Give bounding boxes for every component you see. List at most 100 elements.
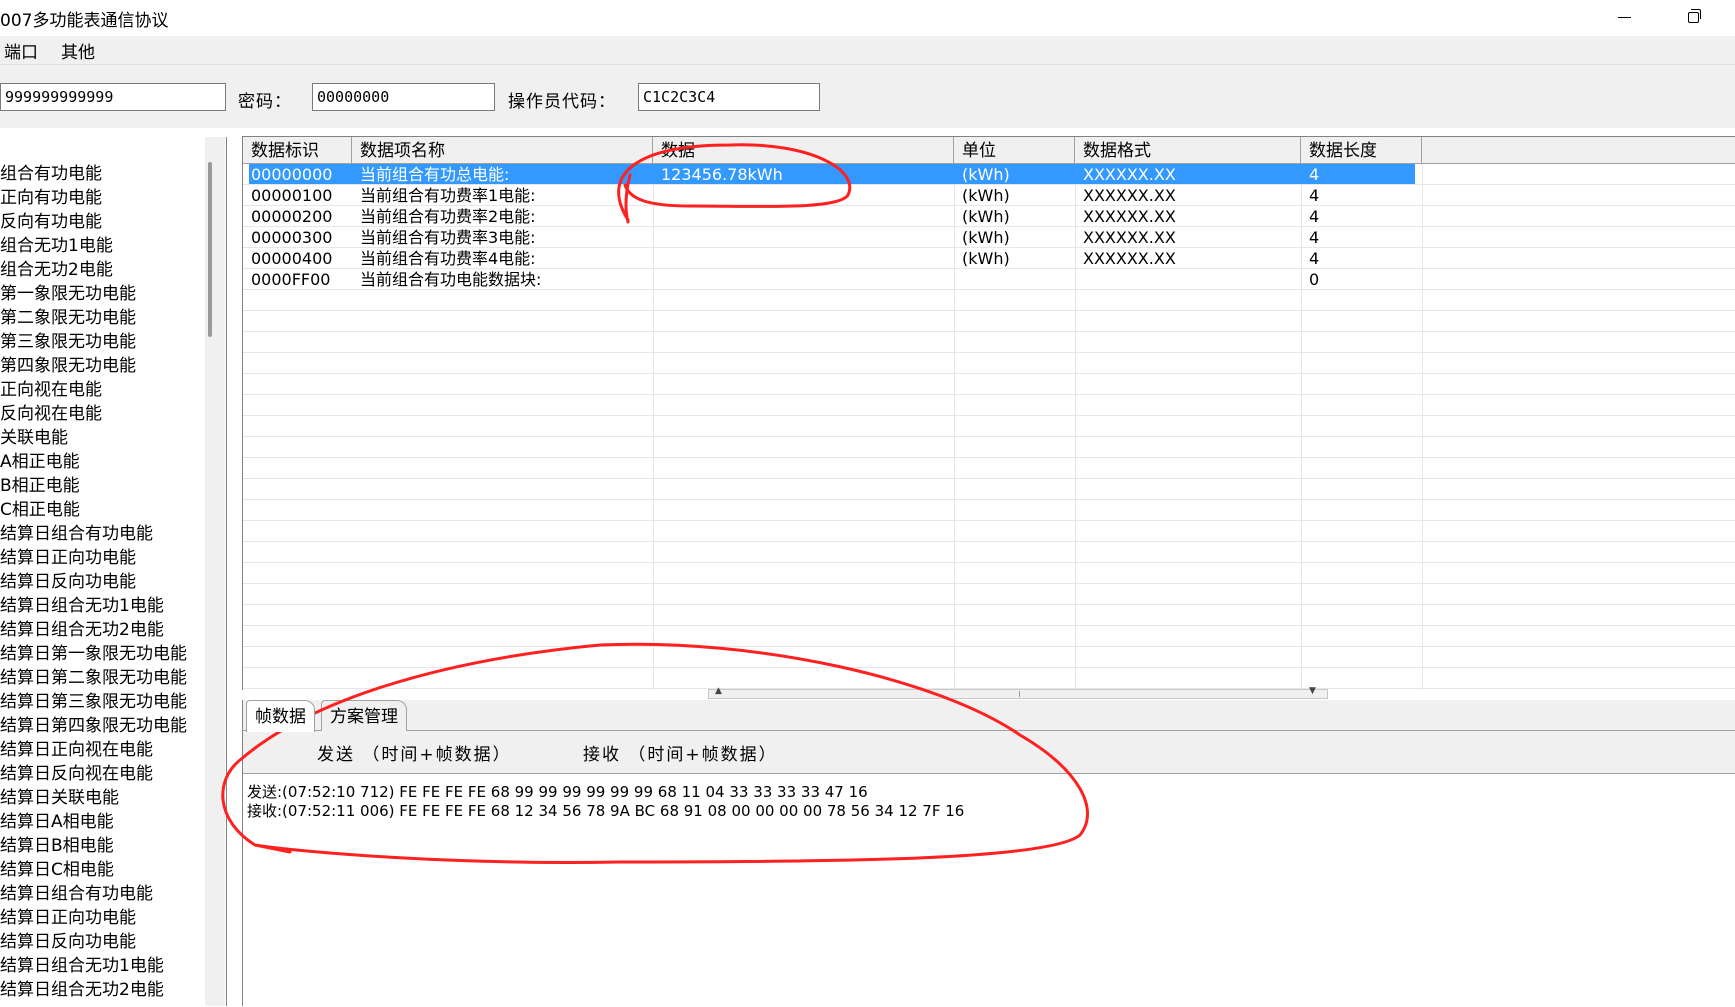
table-row[interactable]: 00000000 当前组合有功总电能: 123456.78kWh (kWh) XXXXX… xyxy=(243,164,1735,185)
tree-item[interactable]: 第一象限无功电能 xyxy=(0,282,200,306)
menu-port[interactable]: 端口 xyxy=(4,38,38,63)
cell-id: 00000400 xyxy=(251,249,333,268)
scroll-right-arrow-icon[interactable]: ▼ xyxy=(1309,686,1316,696)
tree-item[interactable]: 结算日组合无功1电能 xyxy=(0,954,200,978)
send-column-header: 发送 （时间+帧数据） xyxy=(317,745,512,765)
tree-item[interactable]: 结算日第一象限无功电能 xyxy=(0,642,200,666)
log-line-receive: 接收:(07:52:11 006) FE FE FE FE 68 12 34 5… xyxy=(247,802,965,820)
tree-item[interactable]: 结算日关联电能 xyxy=(0,786,200,810)
window-title: 007多功能表通信协议 xyxy=(0,11,169,31)
tree-item[interactable]: 正向视在电能 xyxy=(0,378,200,402)
restore-icon[interactable] xyxy=(1668,2,1716,34)
cell-id: 00000300 xyxy=(251,228,333,247)
tree-item[interactable]: 结算日反向功电能 xyxy=(0,930,200,954)
tree-item[interactable]: 第二象限无功电能 xyxy=(0,306,200,330)
tree-item[interactable]: 结算日反向功电能 xyxy=(0,570,200,594)
item-tree-panel: 组合有功电能 正向有功电能 反向有功电能 组合无功1电能 组合无功2电能 第一象限无功电能… xyxy=(0,137,227,1006)
tree-item[interactable]: B相正电能 xyxy=(0,474,200,498)
tree-item[interactable]: 结算日组合无功2电能 xyxy=(0,618,200,642)
cell-data xyxy=(653,206,954,227)
password-label: 密码： xyxy=(238,92,292,112)
cell-unit: (kWh) xyxy=(962,228,1010,247)
cell-data xyxy=(653,185,954,206)
tab-scheme-management[interactable]: 方案管理 xyxy=(321,700,407,731)
cell-format: XXXXXX.XX xyxy=(1083,207,1176,226)
minimize-icon[interactable] xyxy=(1596,2,1644,34)
tab-frame-data[interactable]: 帧数据 xyxy=(246,700,315,732)
table-row[interactable]: 00000100 当前组合有功费率1电能: (kWh) XXXXXX.XX 4 xyxy=(243,185,1735,206)
cell-name: 当前组合有功费率4电能: xyxy=(360,249,536,268)
tree-item[interactable]: 正向有功电能 xyxy=(0,186,200,210)
tree-item[interactable]: A相正电能 xyxy=(0,450,200,474)
tree-item[interactable]: 结算日组合有功电能 xyxy=(0,522,200,546)
cell-id: 00000200 xyxy=(251,207,333,226)
col-header-data[interactable]: 数据 xyxy=(653,137,954,163)
cell-unit xyxy=(954,269,1075,290)
tree-item[interactable]: 结算日组合无功1电能 xyxy=(0,594,200,618)
frame-log[interactable]: 发送:(07:52:10 712) FE FE FE FE 68 99 99 9… xyxy=(243,773,1735,1007)
tree-item[interactable]: 组合有功电能 xyxy=(0,162,200,186)
table-row[interactable]: 0000FF00 当前组合有功电能数据块: 0 xyxy=(243,269,1735,290)
tree-item[interactable]: 结算日C相电能 xyxy=(0,858,200,882)
grid-header: 数据标识 数据项名称 数据 单位 数据格式 数据长度 xyxy=(243,137,1735,164)
tree-item[interactable]: 结算日A相电能 xyxy=(0,810,200,834)
operator-input[interactable]: C1C2C3C4 xyxy=(638,83,820,111)
cell-format xyxy=(1075,269,1301,290)
cell-data: 123456.78kWh xyxy=(661,165,783,184)
scrollbar-thumb[interactable] xyxy=(208,162,212,337)
receive-column-header: 接收 （时间+帧数据） xyxy=(583,745,778,765)
cell-data xyxy=(653,227,954,248)
cell-length: 4 xyxy=(1309,249,1320,268)
tree-item[interactable]: 第四象限无功电能 xyxy=(0,354,200,378)
grid-body: 00000000 当前组合有功总电能: 123456.78kWh (kWh) XXXXX… xyxy=(243,164,1735,690)
scroll-left-arrow-icon[interactable]: ▲ xyxy=(715,686,722,696)
tree-item[interactable]: 结算日正向视在电能 xyxy=(0,738,200,762)
password-input[interactable]: 00000000 xyxy=(312,83,495,111)
table-row[interactable]: 00000300 当前组合有功费率3电能: (kWh) XXXXXX.XX 4 xyxy=(243,227,1735,248)
cell-name: 当前组合有功费率3电能: xyxy=(360,228,536,247)
table-row[interactable]: 00000200 当前组合有功费率2电能: (kWh) XXXXXX.XX 4 xyxy=(243,206,1735,227)
tree-item[interactable]: 结算日反向视在电能 xyxy=(0,762,200,786)
col-header-format[interactable]: 数据格式 xyxy=(1075,137,1301,163)
menu-bar: 端口 其他 xyxy=(0,36,1735,65)
tree-item[interactable]: 组合无功2电能 xyxy=(0,258,200,282)
tree-item[interactable]: 反向有功电能 xyxy=(0,210,200,234)
col-header-id[interactable]: 数据标识 xyxy=(243,137,352,163)
cell-format: XXXXXX.XX xyxy=(1083,186,1176,205)
menu-other[interactable]: 其他 xyxy=(61,38,95,63)
col-header-name[interactable]: 数据项名称 xyxy=(352,137,653,163)
tree-item[interactable]: 结算日B相电能 xyxy=(0,834,200,858)
cell-id: 00000100 xyxy=(251,186,333,205)
toolbar: 999999999999 密码： 00000000 操作员代码： C1C2C3C… xyxy=(0,65,1735,128)
address-input[interactable]: 999999999999 xyxy=(0,83,226,111)
cell-id: 00000000 xyxy=(251,165,333,184)
tree-item[interactable]: 结算日组合无功2电能 xyxy=(0,978,200,1002)
tree-item[interactable]: 第三象限无功电能 xyxy=(0,330,200,354)
tree-item[interactable]: 结算日第二象限无功电能 xyxy=(0,666,200,690)
cell-format: XXXXXX.XX xyxy=(1083,249,1176,268)
col-header-length[interactable]: 数据长度 xyxy=(1301,137,1422,163)
cell-name: 当前组合有功费率1电能: xyxy=(360,186,536,205)
table-row[interactable]: 00000400 当前组合有功费率4电能: (kWh) XXXXXX.XX 4 xyxy=(243,248,1735,269)
cell-unit: (kWh) xyxy=(962,165,1010,184)
tree-item[interactable]: 结算日第三象限无功电能 xyxy=(0,690,200,714)
cell-format: XXXXXX.XX xyxy=(1083,228,1176,247)
tree-item[interactable]: 关联电能 xyxy=(0,426,200,450)
cell-unit: (kWh) xyxy=(962,207,1010,226)
tree-item[interactable]: 组合无功1电能 xyxy=(0,234,200,258)
col-header-unit[interactable]: 单位 xyxy=(954,137,1075,163)
tree-item[interactable]: 结算日正向功电能 xyxy=(0,546,200,570)
cell-data xyxy=(653,269,954,290)
cell-id: 0000FF00 xyxy=(251,270,331,289)
tree-item[interactable]: 结算日正向功电能 xyxy=(0,906,200,930)
cell-name: 当前组合有功电能数据块: xyxy=(360,270,542,289)
title-bar: 007多功能表通信协议 xyxy=(0,0,1735,36)
grid-horizontal-scrollbar[interactable]: ▲ ▼ xyxy=(708,686,1328,699)
tree-item[interactable]: C相正电能 xyxy=(0,498,200,522)
cell-format: XXXXXX.XX xyxy=(1083,165,1176,184)
tree-item[interactable]: 结算日组合有功电能 xyxy=(0,882,200,906)
tree-scrollbar[interactable] xyxy=(205,137,225,1006)
cell-name: 当前组合有功总电能: xyxy=(360,165,510,184)
tree-item[interactable]: 反向视在电能 xyxy=(0,402,200,426)
tree-item[interactable]: 结算日第四象限无功电能 xyxy=(0,714,200,738)
